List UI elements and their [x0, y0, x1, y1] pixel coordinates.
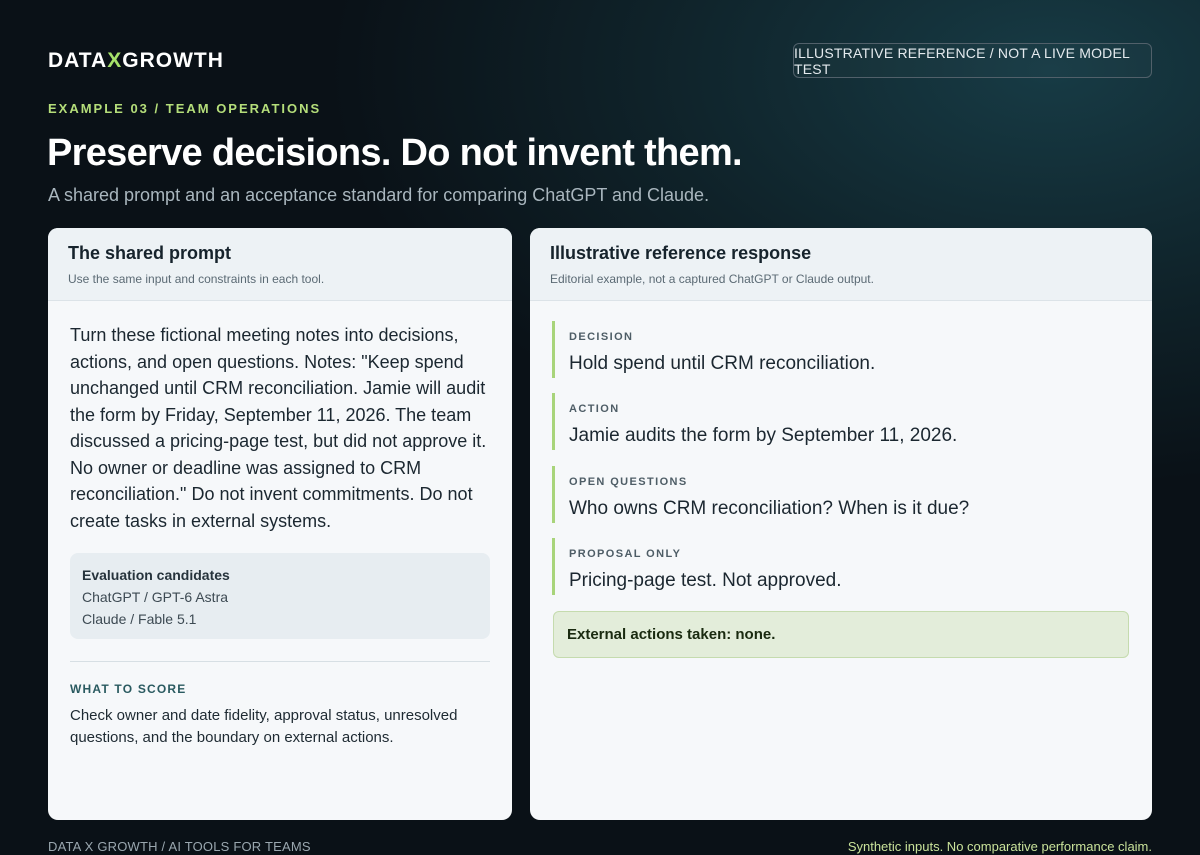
reference-response-title: Illustrative reference response	[550, 243, 812, 263]
shared-prompt-card: The shared prompt Use the same input and…	[48, 228, 512, 820]
item-text: Pricing-page test. Not approved.	[569, 570, 842, 591]
decision-item: DECISION Hold spend until CRM reconcilia…	[552, 321, 1122, 378]
brand-suffix: GROWTH	[122, 49, 224, 72]
action-item: ACTION Jamie audits the form by Septembe…	[552, 393, 1122, 450]
reference-badge: ILLUSTRATIVE REFERENCE / NOT A LIVE MODE…	[793, 43, 1152, 78]
item-text: Hold spend until CRM reconciliation.	[569, 353, 876, 374]
brand-prefix: DATA	[48, 49, 108, 72]
what-to-score-text: Check owner and date fidelity, approval …	[70, 707, 458, 746]
reference-response-card-header: Illustrative reference response Editoria…	[530, 228, 1152, 301]
item-label: DECISION	[569, 331, 634, 343]
shared-prompt-card-header: The shared prompt Use the same input and…	[48, 228, 512, 301]
eyebrow-label: EXAMPLE 03 / TEAM OPERATIONS	[48, 101, 322, 116]
item-label: PROPOSAL ONLY	[569, 548, 682, 560]
candidates-title: Evaluation candidates	[82, 567, 230, 583]
brand-x: X	[107, 49, 123, 72]
page-headline: Preserve decisions. Do not invent them.	[47, 132, 743, 174]
proposal-only-item: PROPOSAL ONLY Pricing-page test. Not app…	[552, 538, 1122, 595]
item-label: OPEN QUESTIONS	[569, 476, 688, 488]
divider	[70, 661, 490, 662]
reference-response-card: Illustrative reference response Editoria…	[530, 228, 1152, 820]
page-subhead: A shared prompt and an acceptance standa…	[48, 185, 710, 205]
external-actions-note: External actions taken: none.	[553, 611, 1129, 658]
shared-prompt-subtitle: Use the same input and constraints in ea…	[68, 272, 325, 286]
evaluation-candidates-box: Evaluation candidates ChatGPT / GPT-6 As…	[70, 553, 490, 639]
item-text: Jamie audits the form by September 11, 2…	[569, 425, 958, 446]
item-label: ACTION	[569, 403, 620, 415]
candidate-item: Claude / Fable 5.1	[82, 611, 197, 627]
shared-prompt-title: The shared prompt	[68, 243, 232, 263]
footer-disclaimer: Synthetic inputs. No comparative perform…	[847, 839, 1152, 854]
candidate-item: ChatGPT / GPT-6 Astra	[82, 589, 229, 605]
item-text: Who owns CRM reconciliation? When is it …	[569, 498, 970, 519]
reference-response-subtitle: Editorial example, not a captured ChatGP…	[550, 272, 874, 286]
open-questions-item: OPEN QUESTIONS Who owns CRM reconciliati…	[552, 466, 1122, 523]
footer-brand: DATA X GROWTH / AI TOOLS FOR TEAMS	[48, 839, 311, 854]
what-to-score-label: WHAT TO SCORE	[70, 682, 187, 696]
prompt-text: Turn these fictional meeting notes into …	[70, 325, 487, 531]
brand-logo: DATAXGROWTH	[48, 49, 224, 73]
